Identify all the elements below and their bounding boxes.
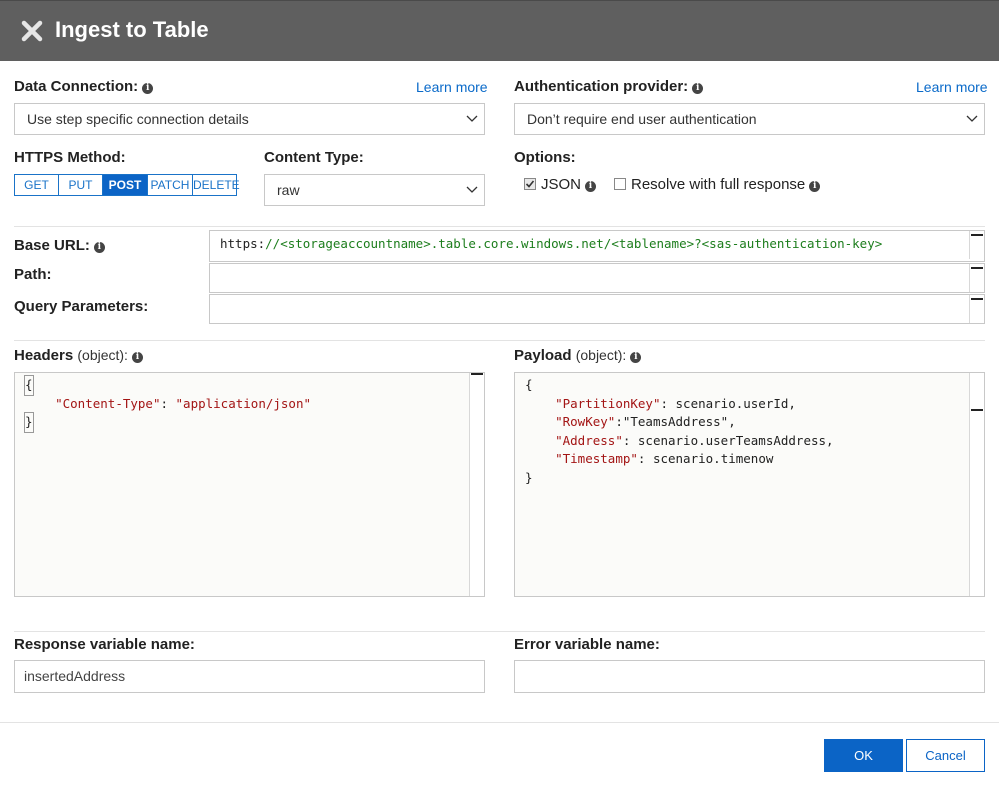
json-checkbox[interactable]	[524, 178, 536, 190]
method-get-button[interactable]: GET	[15, 175, 59, 195]
data-connection-select[interactable]: Use step specific connection details	[14, 103, 485, 135]
base-url-input[interactable]: https://<storageaccountname>.table.core.…	[209, 230, 985, 262]
info-icon[interactable]: i	[809, 181, 821, 192]
divider	[14, 340, 985, 341]
scrollbar[interactable]	[969, 264, 984, 292]
chevron-down-icon	[466, 186, 478, 193]
scrollbar[interactable]	[969, 295, 984, 323]
chevron-down-icon	[966, 115, 978, 122]
data-connection-label: Data Connection: i	[14, 78, 154, 95]
code-open-brace: {	[525, 377, 533, 392]
code-value: :"TeamsAddress",	[615, 414, 736, 429]
auth-provider-label: Authentication provider: i	[514, 78, 704, 95]
checkmark-icon	[525, 180, 535, 188]
options-label: Options:	[514, 149, 576, 166]
info-icon[interactable]: i	[630, 352, 642, 363]
code-separator: :	[160, 395, 176, 411]
cancel-button[interactable]: Cancel	[906, 739, 985, 772]
data-connection-value: Use step specific connection details	[27, 111, 249, 127]
code-value: "application/json"	[175, 395, 311, 411]
close-icon[interactable]	[20, 19, 44, 43]
info-icon[interactable]: i	[131, 352, 143, 363]
headers-label: Headers (object): i	[14, 347, 143, 364]
info-icon[interactable]: i	[692, 83, 704, 94]
code-key: "PartitionKey"	[555, 395, 661, 411]
json-option-label: JSON i	[541, 176, 597, 193]
response-variable-input[interactable]: insertedAddress	[14, 660, 485, 693]
code-value: : scenario.timenow	[637, 451, 774, 466]
method-post-button[interactable]: POST	[103, 175, 148, 195]
code-key: "RowKey"	[555, 414, 616, 429]
error-variable-label: Error variable name:	[514, 636, 660, 653]
method-patch-button[interactable]: PATCH	[148, 175, 193, 195]
code-close-brace: }	[24, 412, 34, 433]
ok-button[interactable]: OK	[824, 739, 903, 772]
auth-provider-select[interactable]: Don’t require end user authentication	[514, 103, 985, 135]
scrollbar[interactable]	[969, 373, 984, 596]
info-icon[interactable]: i	[142, 83, 154, 94]
payload-label: Payload (object): i	[514, 347, 642, 364]
code-key: "Content-Type"	[55, 395, 161, 411]
base-url-label: Base URL: i	[14, 237, 105, 254]
resolve-full-response-label: Resolve with full response i	[631, 176, 821, 193]
dialog-titlebar: Ingest to Table	[0, 0, 999, 61]
headers-editor[interactable]: { "Content-Type": "application/json" }	[14, 372, 485, 597]
divider	[14, 226, 985, 227]
auth-provider-learn-more-link[interactable]: Learn more	[916, 79, 988, 95]
base-url-scheme: https:	[220, 236, 266, 251]
code-open-brace: {	[24, 375, 34, 396]
info-icon[interactable]: i	[585, 181, 597, 192]
method-delete-button[interactable]: DELETE	[193, 175, 240, 195]
resolve-full-response-checkbox[interactable]	[614, 178, 626, 190]
divider	[14, 631, 985, 632]
method-put-button[interactable]: PUT	[59, 175, 103, 195]
payload-editor[interactable]: { "PartitionKey": scenario.userId, "RowK…	[514, 372, 985, 597]
scrollbar[interactable]	[469, 373, 484, 596]
dialog-title: Ingest to Table	[55, 17, 209, 42]
response-variable-label: Response variable name:	[14, 636, 195, 653]
content-type-value: raw	[277, 182, 300, 198]
code-value: : scenario.userId,	[660, 395, 796, 411]
info-icon[interactable]: i	[93, 242, 105, 253]
code-key: "Address"	[555, 432, 623, 448]
chevron-down-icon	[466, 115, 478, 122]
scrollbar[interactable]	[969, 231, 984, 259]
path-label: Path:	[14, 266, 52, 283]
content-type-label: Content Type:	[264, 149, 364, 166]
data-connection-learn-more-link[interactable]: Learn more	[416, 79, 488, 95]
code-value: : scenario.userTeamsAddress,	[622, 432, 834, 448]
https-method-group: GET PUT POST PATCH DELETE	[14, 174, 240, 196]
code-close-brace: }	[525, 469, 533, 485]
auth-provider-value: Don’t require end user authentication	[527, 111, 757, 127]
https-method-label: HTTPS Method:	[14, 149, 126, 166]
content-type-select[interactable]: raw	[264, 174, 485, 206]
query-parameters-label: Query Parameters:	[14, 298, 149, 315]
code-key: "Timestamp"	[555, 451, 638, 466]
path-input[interactable]	[209, 263, 985, 293]
footer-divider	[0, 722, 999, 723]
error-variable-input[interactable]	[514, 660, 985, 693]
query-parameters-input[interactable]	[209, 294, 985, 324]
base-url-rest: //<storageaccountname>.table.core.window…	[265, 236, 883, 251]
